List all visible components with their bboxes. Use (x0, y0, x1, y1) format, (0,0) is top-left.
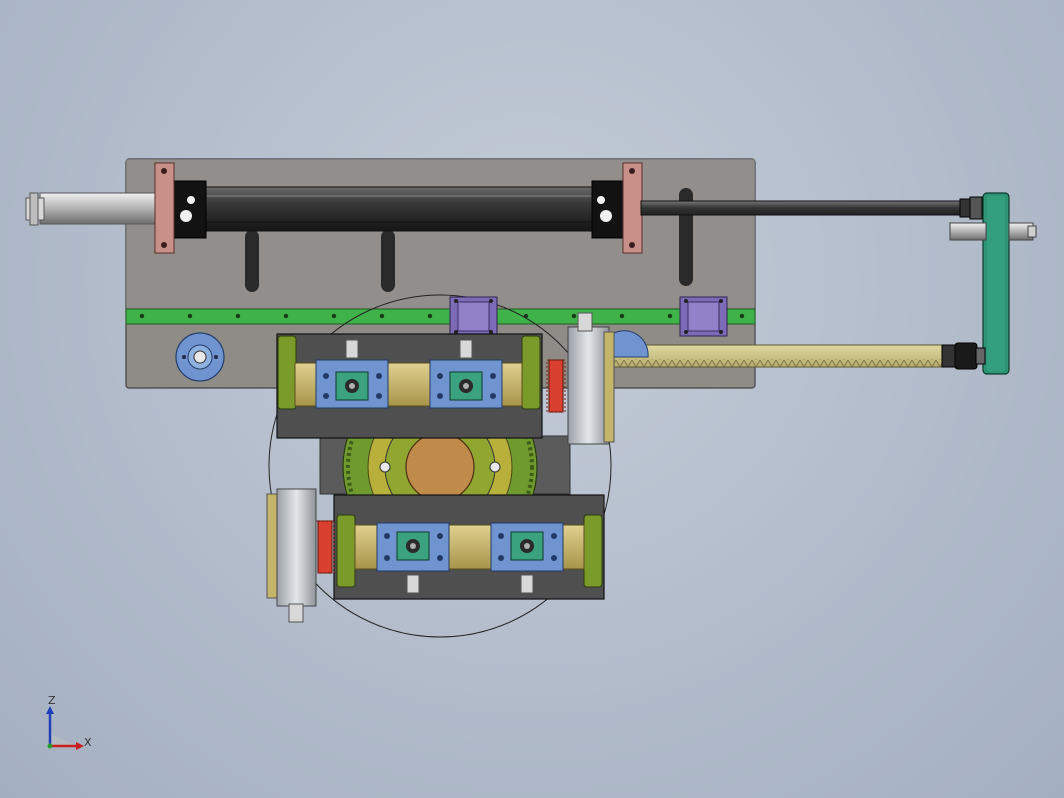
guide-carriage-right[interactable] (679, 296, 728, 337)
triad-x-label: X (84, 736, 92, 749)
linear-guide-rail[interactable] (125, 308, 756, 325)
cad-viewport[interactable] (0, 0, 1064, 798)
cylinder-mount-clamp-right[interactable] (622, 162, 643, 254)
rotary-actuator-lower[interactable] (266, 488, 317, 623)
pinion-gear-lower[interactable] (315, 520, 335, 574)
coordinate-triad: Z X (38, 694, 98, 754)
pneumatic-cylinder-barrel[interactable] (174, 186, 616, 232)
flange-bearing[interactable] (175, 332, 225, 382)
cylinder-piston-rod[interactable] (25, 192, 161, 226)
triad-z-label: Z (48, 694, 56, 707)
cylinder-end-cap-right[interactable] (591, 180, 627, 239)
pinion-gear-upper[interactable] (546, 359, 566, 413)
rack-end-nut[interactable] (941, 342, 986, 370)
gear-rack[interactable] (608, 344, 945, 368)
guide-carriage-left[interactable] (449, 296, 498, 337)
cylinder-end-cap-left[interactable] (171, 180, 207, 239)
rotary-actuator-upper[interactable] (567, 312, 615, 445)
end-bracket[interactable] (982, 192, 1010, 375)
cylinder-mount-clamp-left[interactable] (154, 162, 175, 254)
